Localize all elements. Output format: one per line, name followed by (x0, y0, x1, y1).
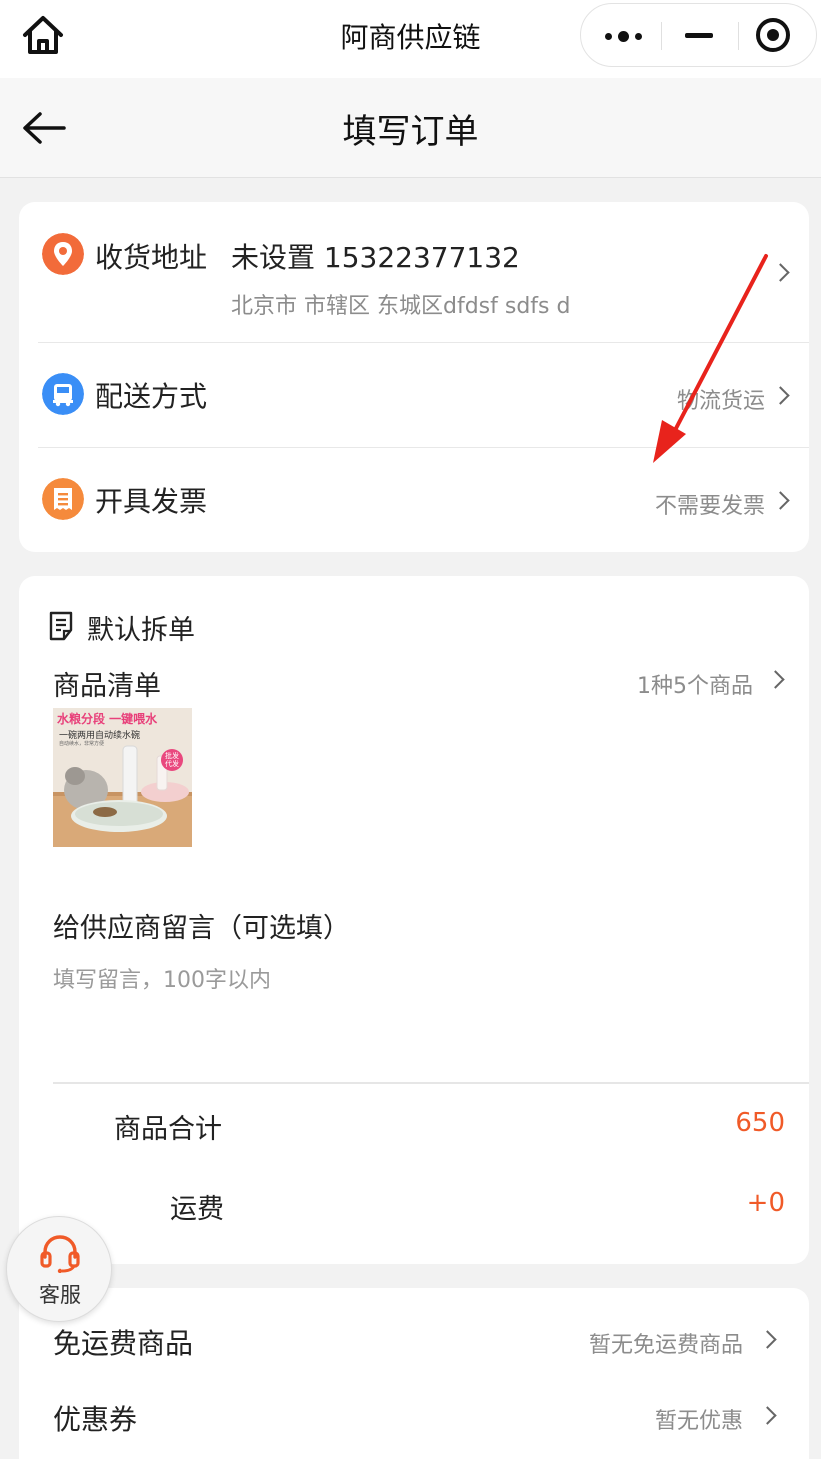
message-title: 给供应商留言（可选填） (53, 913, 350, 944)
subtotal-value: 650 (735, 1108, 785, 1138)
delivery-label: 配送方式 (95, 380, 208, 413)
coupon-value: 暂无优惠 (654, 1409, 743, 1434)
coupon-label: 优惠券 (53, 1403, 138, 1436)
customer-service-label: 客服 (39, 1283, 81, 1307)
minimize-icon[interactable] (685, 33, 713, 38)
chevron-right-icon (771, 491, 790, 510)
receipt-icon (42, 478, 84, 520)
product-thumbnail[interactable]: 水粮分段 一键喂水 一碗两用自动续水碗 自动续水，非常方便 批发代发 (53, 708, 192, 847)
message-input[interactable] (53, 964, 653, 996)
target-close-icon[interactable] (756, 18, 790, 52)
goods-list-row[interactable]: 商品清单 1种5个商品 (19, 656, 809, 706)
document-icon (49, 611, 73, 641)
invoice-label: 开具发票 (95, 485, 208, 518)
product-tiny-text: 自动续水，非常方便 (59, 741, 105, 747)
subtotal-label: 商品合计 (114, 1114, 222, 1145)
free-shipping-row[interactable]: 免运费商品 暂无免运费商品 (19, 1310, 809, 1370)
product-badge: 批发代发 (165, 752, 179, 768)
goods-count: 1种5个商品 (637, 674, 753, 699)
summary-divider (53, 1082, 809, 1084)
address-detail: 北京市 市辖区 东城区dfdsf sdfs d (231, 294, 571, 319)
free-shipping-value: 暂无免运费商品 (588, 1333, 743, 1358)
address-label: 收货地址 (95, 241, 208, 274)
capsule-menu (580, 3, 817, 67)
page-title: 填写订单 (342, 112, 479, 152)
invoice-value: 不需要发票 (654, 494, 765, 519)
mini-program-topbar: 阿商供应链 (0, 0, 821, 78)
chevron-right-icon (758, 1330, 777, 1349)
coupon-row[interactable]: 优惠券 暂无优惠 (19, 1386, 809, 1446)
chevron-right-icon (766, 670, 785, 689)
location-pin-icon (42, 233, 84, 275)
capsule-divider (661, 22, 662, 50)
navbar: 填写订单 (0, 78, 821, 178)
more-dots-button[interactable] (581, 4, 659, 66)
shipping-value: +0 (746, 1188, 785, 1218)
goods-list-title: 商品清单 (53, 671, 161, 702)
capsule-divider (738, 22, 739, 50)
truck-icon (42, 373, 84, 415)
customer-service-button[interactable]: 客服 (6, 1216, 112, 1322)
chevron-right-icon (758, 1406, 777, 1425)
split-order-title: 默认拆单 (87, 615, 195, 646)
more-dots-icon (605, 31, 645, 42)
extras-card: 免运费商品 暂无免运费商品 优惠券 暂无优惠 (19, 1288, 809, 1459)
shipping-label: 运费 (170, 1194, 224, 1225)
free-shipping-label: 免运费商品 (53, 1327, 194, 1360)
address-main: 未设置 15322377132 (231, 241, 520, 274)
annotation-arrow-icon (653, 254, 768, 463)
headset-icon (40, 1235, 80, 1273)
product-headline: 水粮分段 一键喂水 (57, 712, 158, 726)
order-detail-card: 默认拆单 商品清单 1种5个商品 水粮分段 一键喂水 一碗两用自动续水碗 自动续… (19, 576, 809, 1264)
